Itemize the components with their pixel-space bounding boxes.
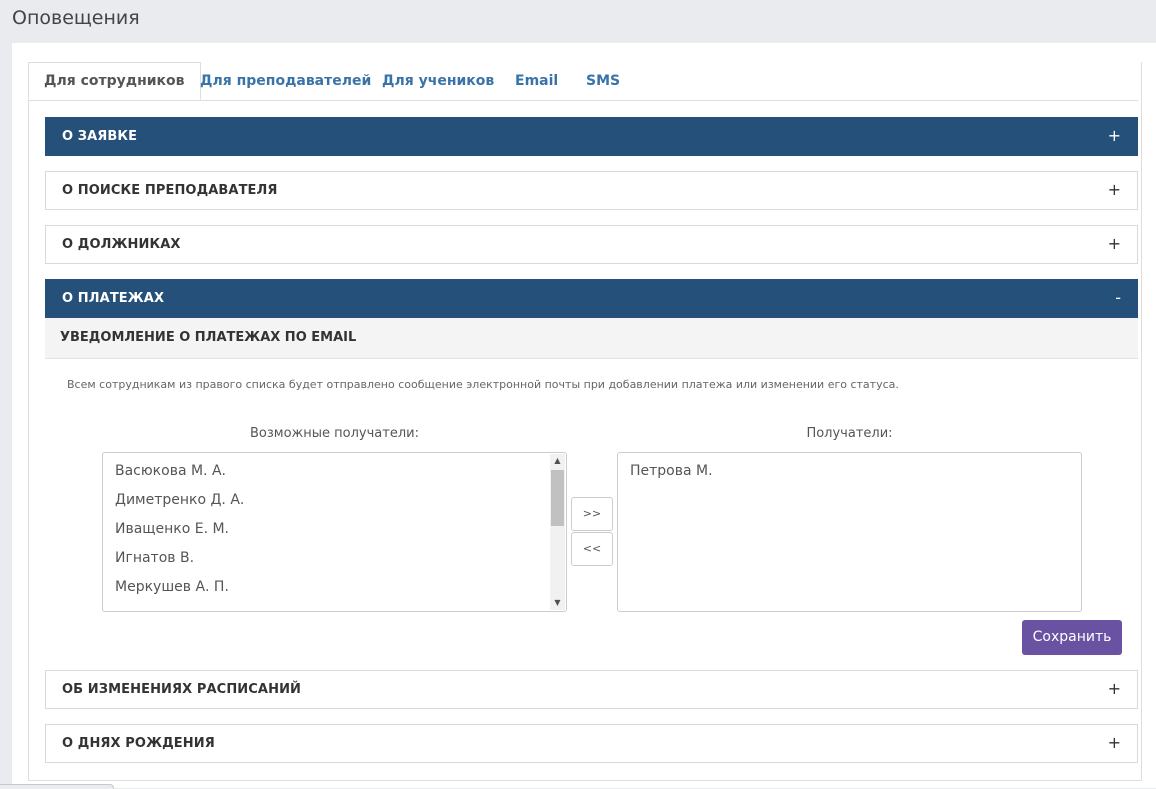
page-title: Оповещения	[12, 7, 140, 29]
list-item[interactable]: Меркушев А. П.	[115, 579, 229, 595]
list-item[interactable]: Игнатов В.	[115, 550, 194, 566]
accordion-payments[interactable]: О ПЛАТЕЖАХ -	[45, 279, 1138, 318]
tab-students[interactable]: Для учеников	[382, 62, 494, 100]
down-arrow-icon[interactable]: ▼	[550, 596, 565, 610]
move-left-button[interactable]: <<	[571, 532, 613, 566]
list-item[interactable]: Васюкова М. А.	[115, 463, 226, 479]
tab-email[interactable]: Email	[515, 62, 558, 100]
payments-hint: Всем сотрудникам из правого списка будет…	[67, 378, 899, 391]
accordion-title: О ДНЯХ РОЖДЕНИЯ	[62, 736, 215, 751]
tab-sms[interactable]: SMS	[586, 62, 620, 100]
accordion-title: О ПЛАТЕЖАХ	[62, 291, 165, 306]
recipients-label: Получатели:	[806, 426, 893, 441]
accordion-title: О ПОИСКЕ ПРЕПОДАВАТЕЛЯ	[62, 183, 278, 198]
accordion-title: ОБ ИЗМЕНЕНИЯХ РАСПИСАНИЙ	[62, 682, 302, 697]
payments-email-subheading: УВЕДОМЛЕНИЕ О ПЛАТЕЖАХ ПО EMAIL	[45, 318, 1138, 359]
accordion-title: О ЗАЯВКЕ	[62, 129, 138, 144]
move-right-button[interactable]: >>	[571, 497, 613, 531]
accordion-title: О ДОЛЖНИКАХ	[62, 237, 181, 252]
tab-bar: Для сотрудников Для преподавателей Для у…	[28, 62, 1138, 101]
up-arrow-icon[interactable]: ▲	[550, 454, 565, 468]
available-recipients-label: Возможные получатели:	[250, 426, 419, 441]
tab-employees[interactable]: Для сотрудников	[28, 62, 201, 100]
list-scrollbar[interactable]: ▲ ▼	[550, 454, 565, 610]
accordion-birthdays[interactable]: О ДНЯХ РОЖДЕНИЯ +	[45, 724, 1138, 763]
plus-icon: +	[1107, 180, 1121, 199]
tab-teachers[interactable]: Для преподавателей	[200, 62, 371, 100]
plus-icon: +	[1107, 234, 1121, 253]
list-item[interactable]: Диметренко Д. А.	[115, 492, 244, 508]
available-recipients-list[interactable]: Васюкова М. А. Диметренко Д. А. Иващенко…	[102, 452, 567, 612]
notifications-panel: Для сотрудников Для преподавателей Для у…	[12, 43, 1156, 788]
accordion-schedule-changes[interactable]: ОБ ИЗМЕНЕНИЯХ РАСПИСАНИЙ +	[45, 670, 1138, 709]
recipients-list[interactable]: Петрова М.	[617, 452, 1082, 612]
plus-icon: +	[1107, 733, 1121, 752]
accordion-request[interactable]: О ЗАЯВКЕ +	[45, 117, 1138, 156]
list-item[interactable]: Иващенко Е. М.	[115, 521, 229, 537]
scrollbar-thumb[interactable]	[551, 470, 564, 526]
save-button[interactable]: Сохранить	[1022, 620, 1122, 655]
plus-icon: +	[1107, 126, 1121, 145]
subheading-text: УВЕДОМЛЕНИЕ О ПЛАТЕЖАХ ПО EMAIL	[60, 330, 357, 345]
minus-icon: -	[1115, 288, 1121, 307]
list-item[interactable]: Петрова М.	[630, 463, 713, 479]
accordion-debtors[interactable]: О ДОЛЖНИКАХ +	[45, 225, 1138, 264]
bottom-edge-tab	[0, 784, 114, 789]
plus-icon: +	[1107, 679, 1121, 698]
accordion-teacher-search[interactable]: О ПОИСКЕ ПРЕПОДАВАТЕЛЯ +	[45, 171, 1138, 210]
